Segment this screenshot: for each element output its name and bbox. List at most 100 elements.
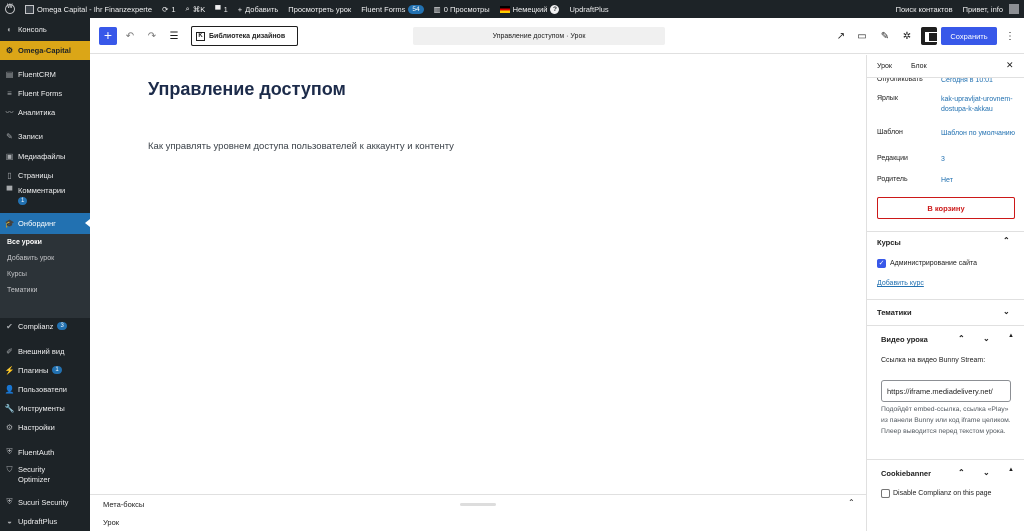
comment-icon: ▀ — [6, 186, 13, 195]
preview-button[interactable]: ▭ — [854, 27, 870, 45]
menu-item-tools[interactable]: 🔧 Инструменты — [0, 400, 90, 416]
menu-item-sucuri[interactable]: ⛨ Sucuri Security — [0, 494, 90, 510]
move-down-icon[interactable]: ⌄ — [983, 334, 990, 343]
account-menu[interactable]: Привет, info — [958, 0, 1024, 18]
menu-item-fluent-forms[interactable]: ≡ Fluent Forms — [0, 85, 90, 101]
menu-item-onboarding[interactable]: 🎓 Онбординг — [0, 213, 90, 234]
design-library-button[interactable]: K Библиотека дизайнов — [191, 26, 298, 46]
wordpress-logo-button[interactable] — [0, 0, 20, 18]
revisions-link[interactable]: 3 — [941, 155, 1015, 165]
menu-item-fluentauth[interactable]: ⛨ FluentAuth — [0, 444, 90, 460]
move-down-icon[interactable]: ⌄ — [983, 468, 990, 477]
fluent-forms-badge: 54 — [408, 4, 424, 14]
topics-panel-toggle[interactable]: Тематики — [867, 299, 1024, 325]
tab-block[interactable]: Блок — [911, 63, 927, 70]
menu-label: Инструменты — [18, 403, 65, 413]
crm-icon: ▤ — [5, 69, 14, 79]
add-new-menu[interactable]: + Добавить — [233, 0, 284, 18]
menu-item-posts[interactable]: ✎ Записи — [0, 128, 90, 144]
chevron-up-icon: ⌃ — [1003, 236, 1010, 245]
submenu-courses[interactable]: Курсы — [7, 271, 27, 278]
disable-complianz-checkbox[interactable] — [881, 489, 890, 498]
check-icon: ✔ — [6, 321, 13, 331]
edit-mode-button[interactable]: ✎ — [877, 27, 893, 45]
german-flag-icon — [499, 5, 510, 13]
settings-toggle-button[interactable] — [921, 27, 938, 45]
views-label: 0 Просмотры — [443, 4, 490, 14]
submenu-topics[interactable]: Тематики — [7, 287, 37, 294]
command-palette-button[interactable]: ⌕ ⌘K — [181, 0, 211, 18]
updates-link[interactable]: ⟳ 1 — [157, 0, 180, 18]
menu-item-console[interactable]: ◐ Консоль — [0, 21, 90, 37]
course-checkbox[interactable]: ✓ — [877, 259, 886, 268]
save-button[interactable]: Сохранить — [941, 27, 997, 45]
language-switcher[interactable]: Немецкий? — [495, 0, 565, 18]
undo-button[interactable]: ↶ — [122, 27, 138, 45]
resize-handle[interactable] — [460, 503, 496, 506]
breadcrumb[interactable]: Урок — [103, 518, 119, 527]
menu-item-pages[interactable]: ▯ Страницы — [0, 167, 90, 183]
video-panel-toggle[interactable]: Видео урока — [867, 325, 1024, 353]
menu-label: FluentCRM — [18, 69, 56, 79]
library-icon: K — [196, 31, 205, 41]
move-to-trash-button[interactable]: В корзину — [877, 197, 1015, 219]
views-link[interactable]: ▥ 0 Просмотры — [429, 0, 495, 18]
block-inserter-button[interactable]: + — [99, 27, 117, 45]
add-course-link[interactable]: Добавить курс — [877, 280, 924, 287]
slug-link[interactable]: kak-upravljat-urovnem-dostupa-k-akkau — [941, 95, 1015, 115]
menu-label: Плагины — [18, 365, 49, 375]
submenu-all-lessons[interactable]: Все уроки — [7, 239, 42, 246]
comments-count: 1 — [223, 4, 228, 14]
menu-item-complianz[interactable]: ✔ Complianz 3 — [0, 318, 90, 334]
tool-icon: ✲ — [902, 30, 912, 42]
paragraph-block[interactable]: Как управлять уровнем доступа пользовате… — [148, 141, 454, 152]
move-up-icon[interactable]: ⌃ — [958, 334, 965, 343]
view-lesson-button[interactable]: ↗ — [833, 27, 849, 45]
updraftplus-label: UpdraftPlus — [569, 4, 609, 14]
menu-item-plugins[interactable]: ⚡ Плагины 1 — [0, 362, 90, 378]
move-up-icon[interactable]: ⌃ — [958, 468, 965, 477]
close-sidebar-button[interactable]: ✕ — [1006, 60, 1014, 71]
video-url-input[interactable]: https://iframe.mediadelivery.net/ — [881, 380, 1011, 402]
submenu-add-lesson[interactable]: Добавить урок — [7, 255, 54, 262]
courses-panel-title: Курсы — [877, 238, 901, 247]
menu-item-omega-capital[interactable]: ⚙ Omega-Capital — [0, 41, 90, 60]
analytics-icon: 〰 — [5, 107, 14, 117]
parent-link[interactable]: Нет — [941, 176, 1015, 186]
menu-item-users[interactable]: 👤 Пользователи — [0, 381, 90, 397]
comments-link[interactable]: ▀ 1 — [210, 0, 233, 18]
menu-item-updraftplus[interactable]: ◒ UpdraftPlus — [0, 513, 90, 529]
tab-lesson[interactable]: Урок — [877, 63, 892, 70]
cookiebanner-panel-toggle[interactable]: Cookiebanner — [867, 459, 1024, 487]
collapse-icon[interactable]: ▲ — [1008, 467, 1014, 473]
chevron-up-icon: ⌃ — [848, 498, 855, 507]
options-menu-button[interactable]: ⋮ — [1002, 27, 1018, 45]
updraftplus-link[interactable]: UpdraftPlus — [564, 0, 613, 18]
menu-item-security-optimizer[interactable]: ⛉ Security Optimizer — [0, 465, 90, 489]
post-title[interactable]: Управление доступом — [148, 79, 346, 100]
plugin-tool-button[interactable]: ✲ — [899, 27, 915, 45]
video-url-label: Ссылка на видео Bunny Stream: — [881, 357, 986, 364]
close-icon: ✕ — [1006, 60, 1014, 70]
template-link[interactable]: Шаблон по умолчанию — [941, 129, 1015, 139]
menu-item-appearance[interactable]: ✐ Внешний вид — [0, 343, 90, 359]
view-lesson-link[interactable]: Просмотреть урок — [283, 0, 356, 18]
fluent-forms-link[interactable]: Fluent Forms 54 — [356, 0, 428, 18]
dashboard-icon: ◐ — [7, 24, 12, 34]
menu-item-analytics[interactable]: 〰 Аналитика — [0, 104, 90, 120]
document-title-bar[interactable]: Управление доступом · Урок — [413, 27, 665, 45]
collapse-icon[interactable]: ▲ — [1008, 333, 1014, 339]
plugin-icon: ⚡ — [4, 365, 15, 375]
meta-boxes-toggle[interactable]: ⌃ — [848, 498, 855, 507]
site-name-link[interactable]: Omega Capital - Ihr Finanzexperte — [20, 0, 157, 18]
courses-panel-toggle[interactable]: Курсы — [867, 231, 1024, 253]
document-overview-button[interactable]: ☰ — [166, 27, 182, 45]
disable-complianz-label: Disable Complianz on this page — [893, 490, 992, 497]
menu-item-settings[interactable]: ⚙ Настройки — [0, 419, 90, 435]
menu-item-fluentcrm[interactable]: ▤ FluentCRM — [0, 66, 90, 82]
menu-item-media[interactable]: ▣ Медиафайлы — [0, 148, 90, 164]
editor-canvas[interactable]: Управление доступом Как управлять уровне… — [90, 55, 866, 494]
menu-item-comments[interactable]: ▀ Комментарии 1 — [0, 186, 90, 210]
redo-button[interactable]: ↷ — [144, 27, 160, 45]
search-contacts-link[interactable]: Поиск контактов — [891, 0, 958, 18]
